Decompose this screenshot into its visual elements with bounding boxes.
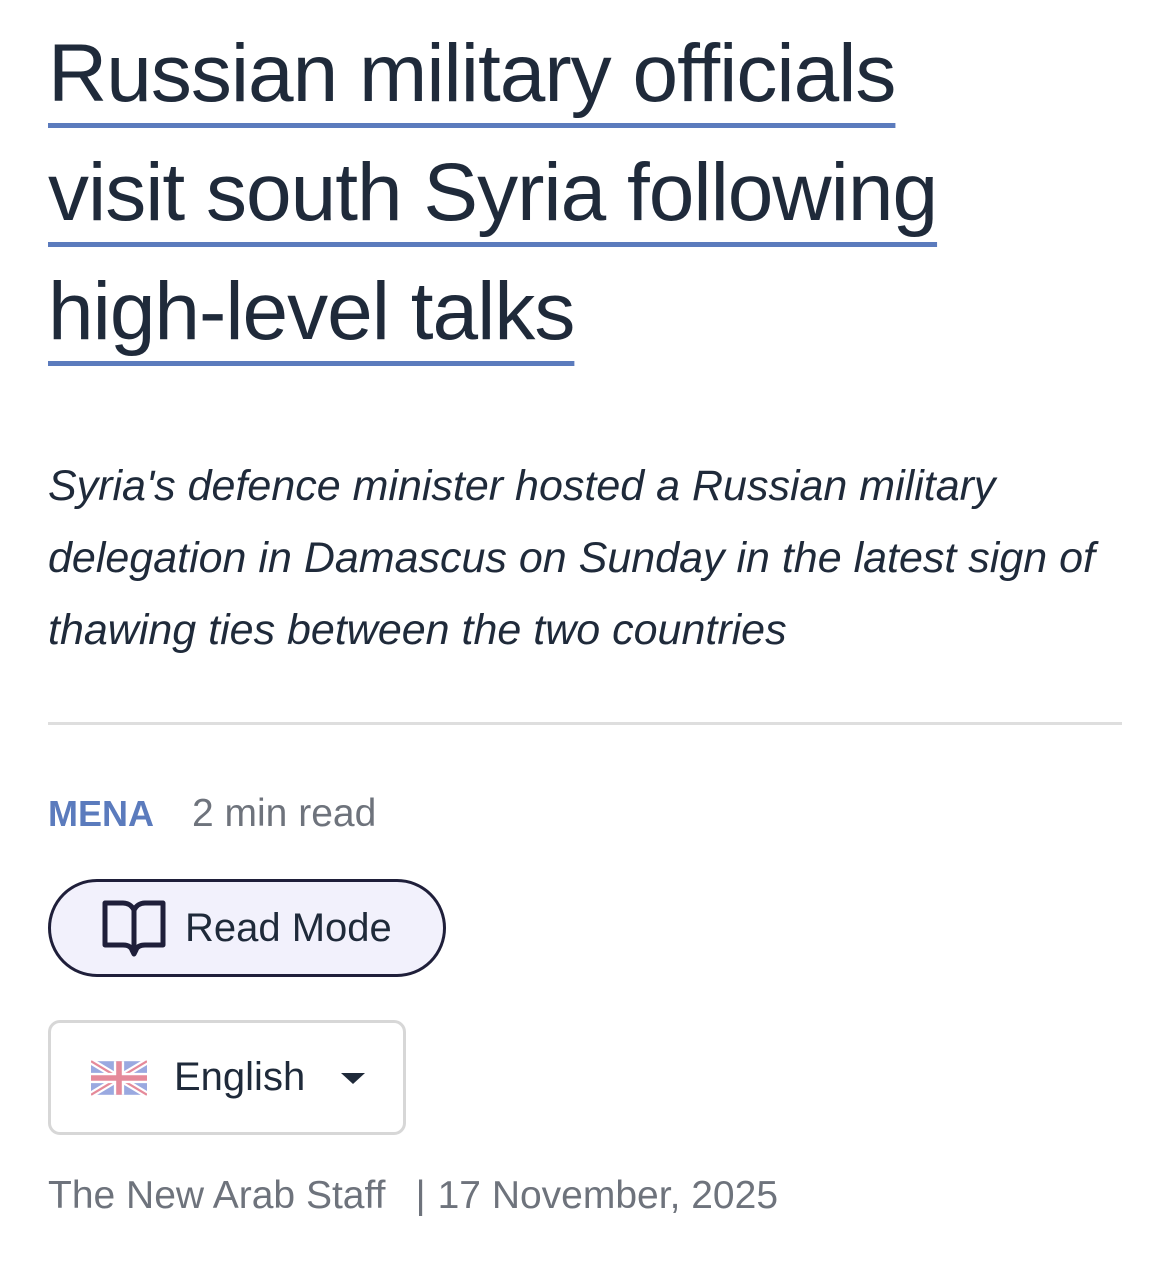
headline-line[interactable]: Russian military officials xyxy=(48,28,896,119)
article-header: Russian military officials visit south S… xyxy=(48,0,1122,371)
open-book-icon xyxy=(101,897,167,959)
article-headline[interactable]: Russian military officials visit south S… xyxy=(48,0,1122,371)
read-time: 2 min read xyxy=(192,792,377,835)
uk-flag-icon xyxy=(89,1057,149,1098)
divider xyxy=(48,722,1122,725)
caret-down-icon xyxy=(341,1072,365,1084)
publish-date: 17 November, 2025 xyxy=(437,1174,779,1217)
read-mode-label: Read Mode xyxy=(185,905,392,950)
language-selected-value: English xyxy=(174,1055,306,1099)
headline-line[interactable]: high-level talks xyxy=(48,266,575,357)
article-standfirst: Syria's defence minister hosted a Russia… xyxy=(48,462,1095,654)
read-mode-button[interactable]: Read Mode xyxy=(48,879,446,977)
byline-separator: | xyxy=(415,1174,426,1217)
byline: The New Arab Staff | 17 November, 2025 xyxy=(48,1174,778,1218)
language-select[interactable]: English xyxy=(48,1020,406,1135)
headline-line[interactable]: visit south Syria following xyxy=(48,147,938,238)
section-tag-link[interactable]: MENA xyxy=(48,793,154,835)
author-name[interactable]: The New Arab Staff xyxy=(48,1174,385,1218)
article-meta: MENA 2 min read xyxy=(48,792,376,836)
